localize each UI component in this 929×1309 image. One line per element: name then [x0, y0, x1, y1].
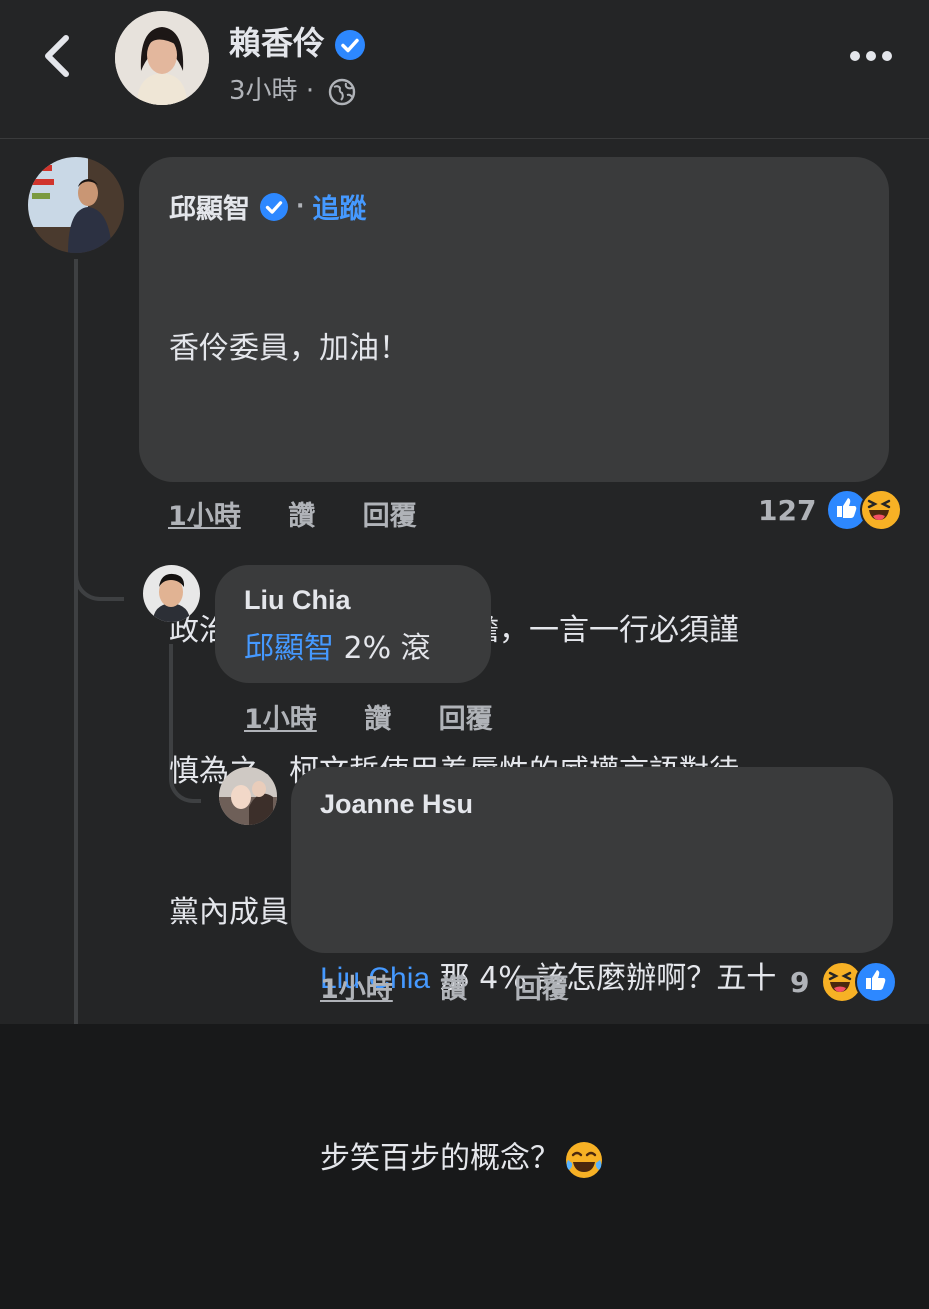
mention-link[interactable]: 邱顯智 — [244, 631, 334, 666]
like-button[interactable]: 讚 — [440, 974, 467, 1005]
comment-actions: 1小時 讚 回覆 — [320, 967, 607, 1006]
reply-bubble: Joanne Hsu Liu Chia 那 4% 該怎麼辦啊？五十 步笑百步的概… — [291, 767, 893, 1178]
reply-button[interactable]: 回覆 — [439, 704, 493, 735]
comment-actions: 1小時 讚 回覆 — [168, 494, 455, 533]
post-time[interactable]: 3小時 — [229, 76, 298, 106]
reaction-summary[interactable]: 9 — [790, 961, 898, 1003]
back-arrow-icon[interactable] — [38, 34, 78, 78]
like-icon — [855, 961, 898, 1003]
more-options-icon[interactable] — [848, 46, 894, 66]
globe-icon — [329, 78, 356, 105]
follow-button[interactable]: 追蹤 — [312, 187, 366, 226]
commenter-name[interactable]: Liu Chia — [244, 585, 351, 616]
comment-text: 邱顯智 2% 滾 — [244, 631, 431, 666]
reply-bubble: Liu Chia 邱顯智 2% 滾 — [215, 565, 491, 683]
thread-connector — [74, 551, 124, 601]
comment-time[interactable]: 1小時 — [320, 974, 393, 1005]
comment-time[interactable]: 1小時 — [244, 704, 317, 735]
post-author-name[interactable]: 賴香伶 — [229, 18, 366, 64]
haha-icon — [860, 489, 903, 531]
reaction-count: 127 — [758, 493, 817, 527]
reply-button[interactable]: 回覆 — [515, 974, 569, 1005]
like-button[interactable]: 讚 — [364, 704, 391, 735]
like-button[interactable]: 讚 — [288, 501, 315, 532]
commenter-avatar[interactable] — [219, 767, 277, 825]
comments-section: 邱顯智 · 追蹤 香伶委員，加油！ 政治人物的言行動見觀瞻，一言一行必須謹 慎為… — [0, 139, 929, 1178]
post-header: 賴香伶 3小時 · — [0, 0, 929, 139]
commenter-avatar[interactable] — [143, 565, 200, 622]
reaction-summary[interactable]: 127 — [758, 489, 903, 531]
comment-bubble: 邱顯智 · 追蹤 香伶委員，加油！ 政治人物的言行動見觀瞻，一言一行必須謹 慎為… — [139, 157, 889, 930]
thread-line — [74, 259, 78, 1024]
author-avatar[interactable] — [115, 11, 209, 105]
reply-button[interactable]: 回覆 — [363, 501, 417, 532]
comment-time[interactable]: 1小時 — [168, 501, 241, 532]
comment-text: Liu Chia 那 4% 該怎麼辦啊？五十 步笑百步的概念？ — [320, 829, 880, 1309]
commenter-avatar[interactable] — [28, 157, 124, 253]
verified-badge-icon — [335, 30, 366, 60]
comment-actions: 1小時 讚 回覆 — [244, 697, 531, 736]
commenter-name[interactable]: Joanne Hsu — [320, 789, 473, 820]
laughing-emoji-icon — [564, 1140, 604, 1180]
reaction-count: 9 — [790, 965, 810, 999]
post-meta: 3小時 · — [229, 70, 356, 107]
commenter-name[interactable]: 邱顯智 — [169, 187, 250, 226]
verified-badge-icon — [260, 192, 288, 221]
